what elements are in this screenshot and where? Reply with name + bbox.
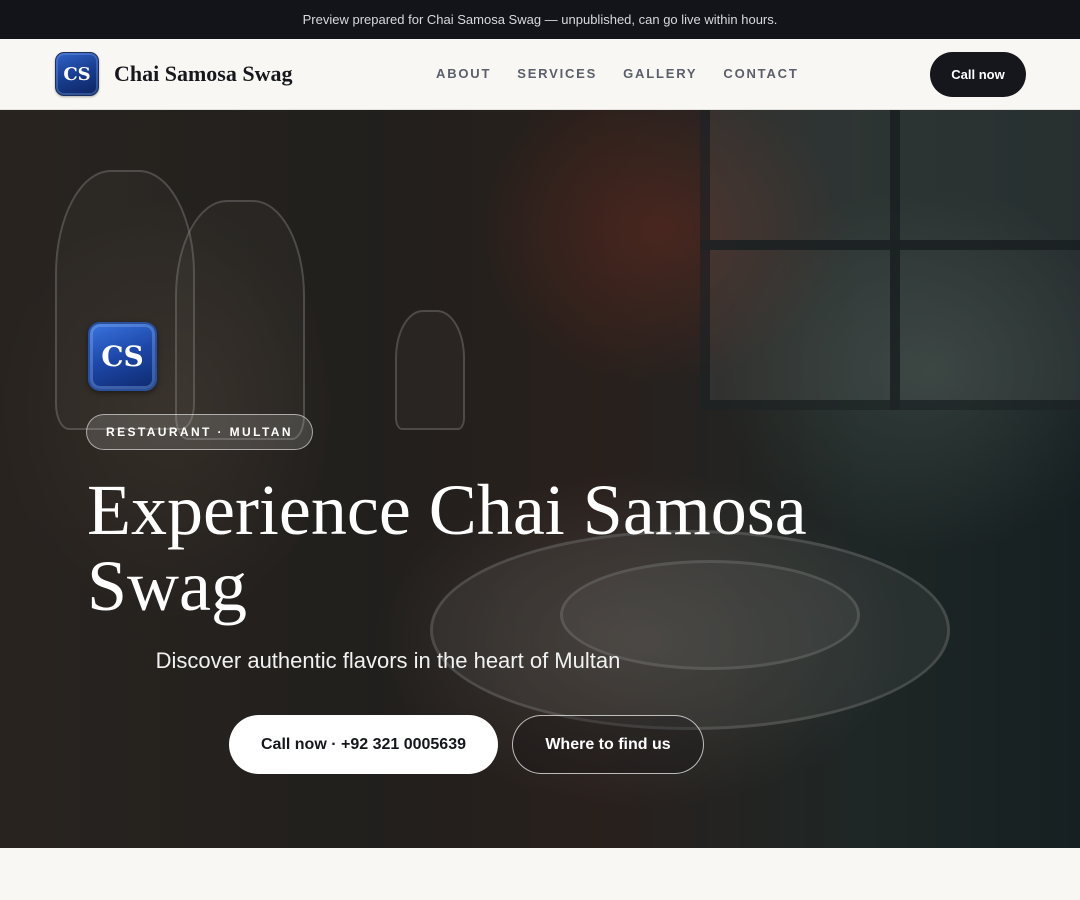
call-phone-button[interactable]: Call now · +92 321 0005639 [229,715,498,774]
brand-logo: CS [55,52,99,96]
category-badge: RESTAURANT · MULTAN [86,414,313,450]
preview-banner-text: Preview prepared for Chai Samosa Swag — … [302,12,778,27]
brand-logo-initials: CS [63,63,91,85]
brand-link[interactable]: CS Chai Samosa Swag [55,52,292,96]
nav-link-services[interactable]: SERVICES [517,66,597,81]
hero-logo-initials: CS [101,340,144,373]
call-now-button[interactable]: Call now [930,52,1026,97]
brand-name: Chai Samosa Swag [114,61,293,86]
hero-subtitle: Discover authentic flavors in the heart … [155,648,621,673]
main-nav: ABOUT SERVICES GALLERY CONTACT [436,66,825,81]
nav-link-contact[interactable]: CONTACT [723,66,798,81]
nav-link-about[interactable]: ABOUT [436,66,491,81]
hero-section: CS RESTAURANT · MULTAN Experience Chai S… [0,110,1080,848]
find-us-button[interactable]: Where to find us [512,715,704,774]
nav-link-gallery[interactable]: GALLERY [623,66,697,81]
site-header: CS Chai Samosa Swag ABOUT SERVICES GALLE… [0,39,1080,110]
hero-logo: CS [88,322,157,391]
hero-title: Experience Chai Samosa Swag [87,470,807,626]
preview-banner: Preview prepared for Chai Samosa Swag — … [0,0,1080,39]
